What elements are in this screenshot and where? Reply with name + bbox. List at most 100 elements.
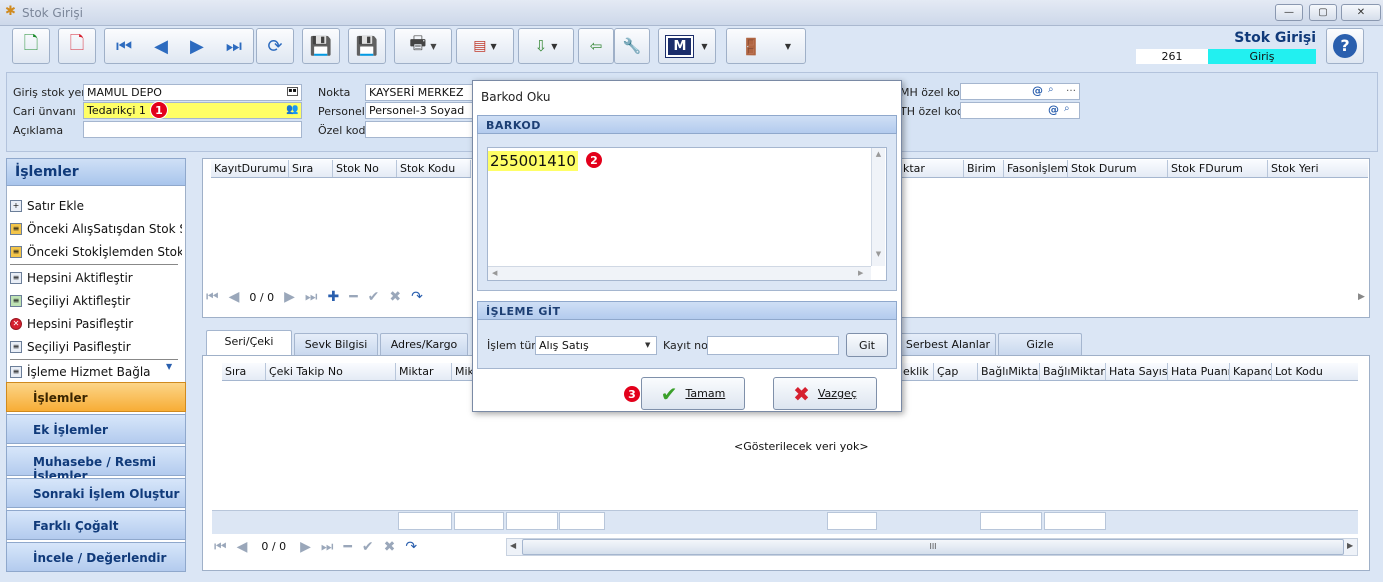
col-header[interactable]: Stok No [333,160,397,177]
col-header[interactable]: eklik [900,363,934,380]
previous-page-icon[interactable]: ◀ [229,289,240,305]
action-isleme-hizmet-bagla[interactable]: ≡ İşleme Hizmet Bağla [10,362,182,382]
lookup-icon[interactable]: ▪▪ [287,87,298,96]
col-header[interactable]: Kapandı [1230,363,1272,380]
scroll-right-icon[interactable]: ▶ [858,269,863,277]
scroll-down-icon[interactable]: ▼ [872,250,885,258]
mh-ozel-kod-field[interactable] [960,83,1080,100]
personel-field[interactable]: Personel-3 Soyad [365,102,475,119]
tamam-button[interactable]: ✔ Tamam [641,377,745,410]
previous-page-icon[interactable]: ◀ [237,539,248,555]
last-page-icon[interactable]: ⏭ [321,539,334,555]
giris-stok-yeri-field[interactable]: MAMUL DEPO [83,84,302,101]
print-button[interactable]: 🖶 ▼ [394,28,452,64]
last-record-icon[interactable]: ⏭ [226,36,242,57]
maximize-button[interactable]: ▢ [1309,4,1337,21]
first-page-icon[interactable]: ⏮ [206,289,219,305]
last-page-icon[interactable]: ⏭ [305,289,318,305]
col-header[interactable]: Stok Durum [1068,160,1168,177]
action-hepsini-aktiflestir[interactable]: ≡ Hepsini Aktifleştir [10,268,182,288]
tab-serbest-alanlar[interactable]: Serbest Alanlar [900,333,996,355]
first-record-icon[interactable]: ⏮ [116,36,132,57]
kayit-no-input[interactable] [707,336,839,355]
scroll-right-icon[interactable]: ▶ [1358,292,1365,302]
refresh-icon[interactable]: ↷ [411,289,423,305]
more-icon[interactable]: … [1066,83,1076,94]
remove-icon[interactable]: ━ [349,289,357,305]
tab-adres-kargo[interactable]: Adres/Kargo [380,333,468,355]
close-window-button[interactable]: ✕ [1341,4,1381,21]
col-header[interactable]: Sıra [222,363,266,380]
col-header[interactable]: Çeki Takip No [266,363,396,380]
tab-sevk-bilgisi[interactable]: Sevk Bilgisi [294,333,378,355]
horizontal-scrollbar[interactable]: ◀ ▶ [488,266,871,280]
col-header[interactable]: Lot Kodu [1272,363,1358,380]
exit-button[interactable]: 🚪 ▼ [726,28,806,64]
mikro-menu-button[interactable]: M ▼ [658,28,716,64]
nokta-field[interactable]: KAYSERİ MERKEZ [365,84,475,101]
scroll-left-icon[interactable]: ◀ [492,269,497,277]
save-button[interactable]: 💾 [302,28,340,64]
col-header[interactable]: Miktar [396,363,452,380]
scroll-right-icon[interactable]: ▶ [1347,541,1353,550]
col-header[interactable]: Hata Sayısı [1106,363,1168,380]
search-icon[interactable]: ⌕ [1048,84,1054,95]
action-satir-ekle[interactable]: + Satır Ekle [10,196,182,216]
at-icon[interactable]: @ [1048,103,1059,116]
tab-seri-ceki[interactable]: Seri/Çeki [206,330,292,355]
refresh-button[interactable]: ⟳ [256,28,294,64]
nav-ek-islemler[interactable]: Ek İşlemler [6,414,186,444]
col-header[interactable]: Hata Puanı [1168,363,1230,380]
scroll-left-icon[interactable]: ◀ [510,541,516,550]
new-record-button[interactable]: 🗋 [12,28,50,64]
nav-farkli-cogalt[interactable]: Farklı Çoğalt [6,510,186,540]
minimize-button[interactable]: — [1275,4,1303,21]
col-header[interactable]: Fasonİşlem [1004,160,1068,177]
remove-icon[interactable]: ━ [343,539,351,555]
islem-turu-select[interactable]: Alış Satış [535,336,657,355]
scroll-down-icon[interactable]: ▼ [166,362,172,371]
transfer-button[interactable]: ⇩ ▼ [518,28,574,64]
check-icon[interactable]: ✔ [362,539,374,555]
nav-incele[interactable]: İncele / Değerlendir [6,542,186,572]
help-button[interactable]: ? [1326,28,1364,64]
scroll-up-icon[interactable]: ▲ [872,150,885,158]
nav-sonraki-islem[interactable]: Sonraki İşlem Oluştur [6,478,186,508]
cancel-icon[interactable]: ✖ [384,539,396,555]
action-seciliyi-pasiflestir[interactable]: ≡ Seçiliyi Pasifleştir [10,337,182,357]
aciklama-field[interactable] [83,121,302,138]
nav-muhasebe[interactable]: Muhasebe / Resmi İşlemler [6,446,186,483]
ozel-kod-field[interactable] [365,121,475,138]
cancel-icon[interactable]: ✖ [389,289,401,305]
add-icon[interactable]: ✚ [327,289,339,305]
action-onceki-alissatis[interactable]: ≡Önceki AlışSatışdan Stok Seç [10,219,182,239]
col-header[interactable]: KayıtDurumu [211,160,289,177]
action-seciliyi-aktiflestir[interactable]: ≡ Seçiliyi Aktifleştir [10,291,182,311]
vertical-scrollbar[interactable]: ▲ ▼ [871,148,885,266]
users-icon[interactable]: 👥 [286,104,298,115]
action-onceki-stokislem[interactable]: ≡Önceki Stokİşlemden Stok ... [10,242,182,262]
vazgec-button[interactable]: ✖ Vazgeç [773,377,877,410]
col-header[interactable]: Sıra [289,160,333,177]
search-icon[interactable]: ⌕ [1064,103,1070,114]
tab-gizle[interactable]: Gizle [998,333,1082,355]
col-header[interactable]: Çap [934,363,978,380]
nav-islemler[interactable]: İşlemler [6,382,186,412]
col-header[interactable]: ktar [900,160,964,177]
pdf-export-button[interactable]: ▤ ▼ [456,28,514,64]
save-close-button[interactable]: 💾 [348,28,386,64]
refresh-icon[interactable]: ↷ [405,539,417,555]
next-page-icon[interactable]: ▶ [300,539,311,555]
delete-record-button[interactable]: 🗋 [58,28,96,64]
cari-unvani-field[interactable]: Tedarikçi 1 [83,102,302,119]
git-button[interactable]: Git [846,333,888,357]
first-page-icon[interactable]: ⏮ [214,539,227,555]
col-header[interactable]: BağlıMiktar [978,363,1040,380]
check-icon[interactable]: ✔ [368,289,380,305]
th-ozel-kod-field[interactable] [960,102,1080,119]
action-hepsini-pasiflestir[interactable]: ✕ Hepsini Pasifleştir [10,314,182,334]
col-header[interactable]: Stok Yeri [1268,160,1368,177]
next-page-icon[interactable]: ▶ [284,289,295,305]
previous-record-icon[interactable]: ◀ [154,36,168,57]
scroll-thumb[interactable]: III [522,539,1344,555]
